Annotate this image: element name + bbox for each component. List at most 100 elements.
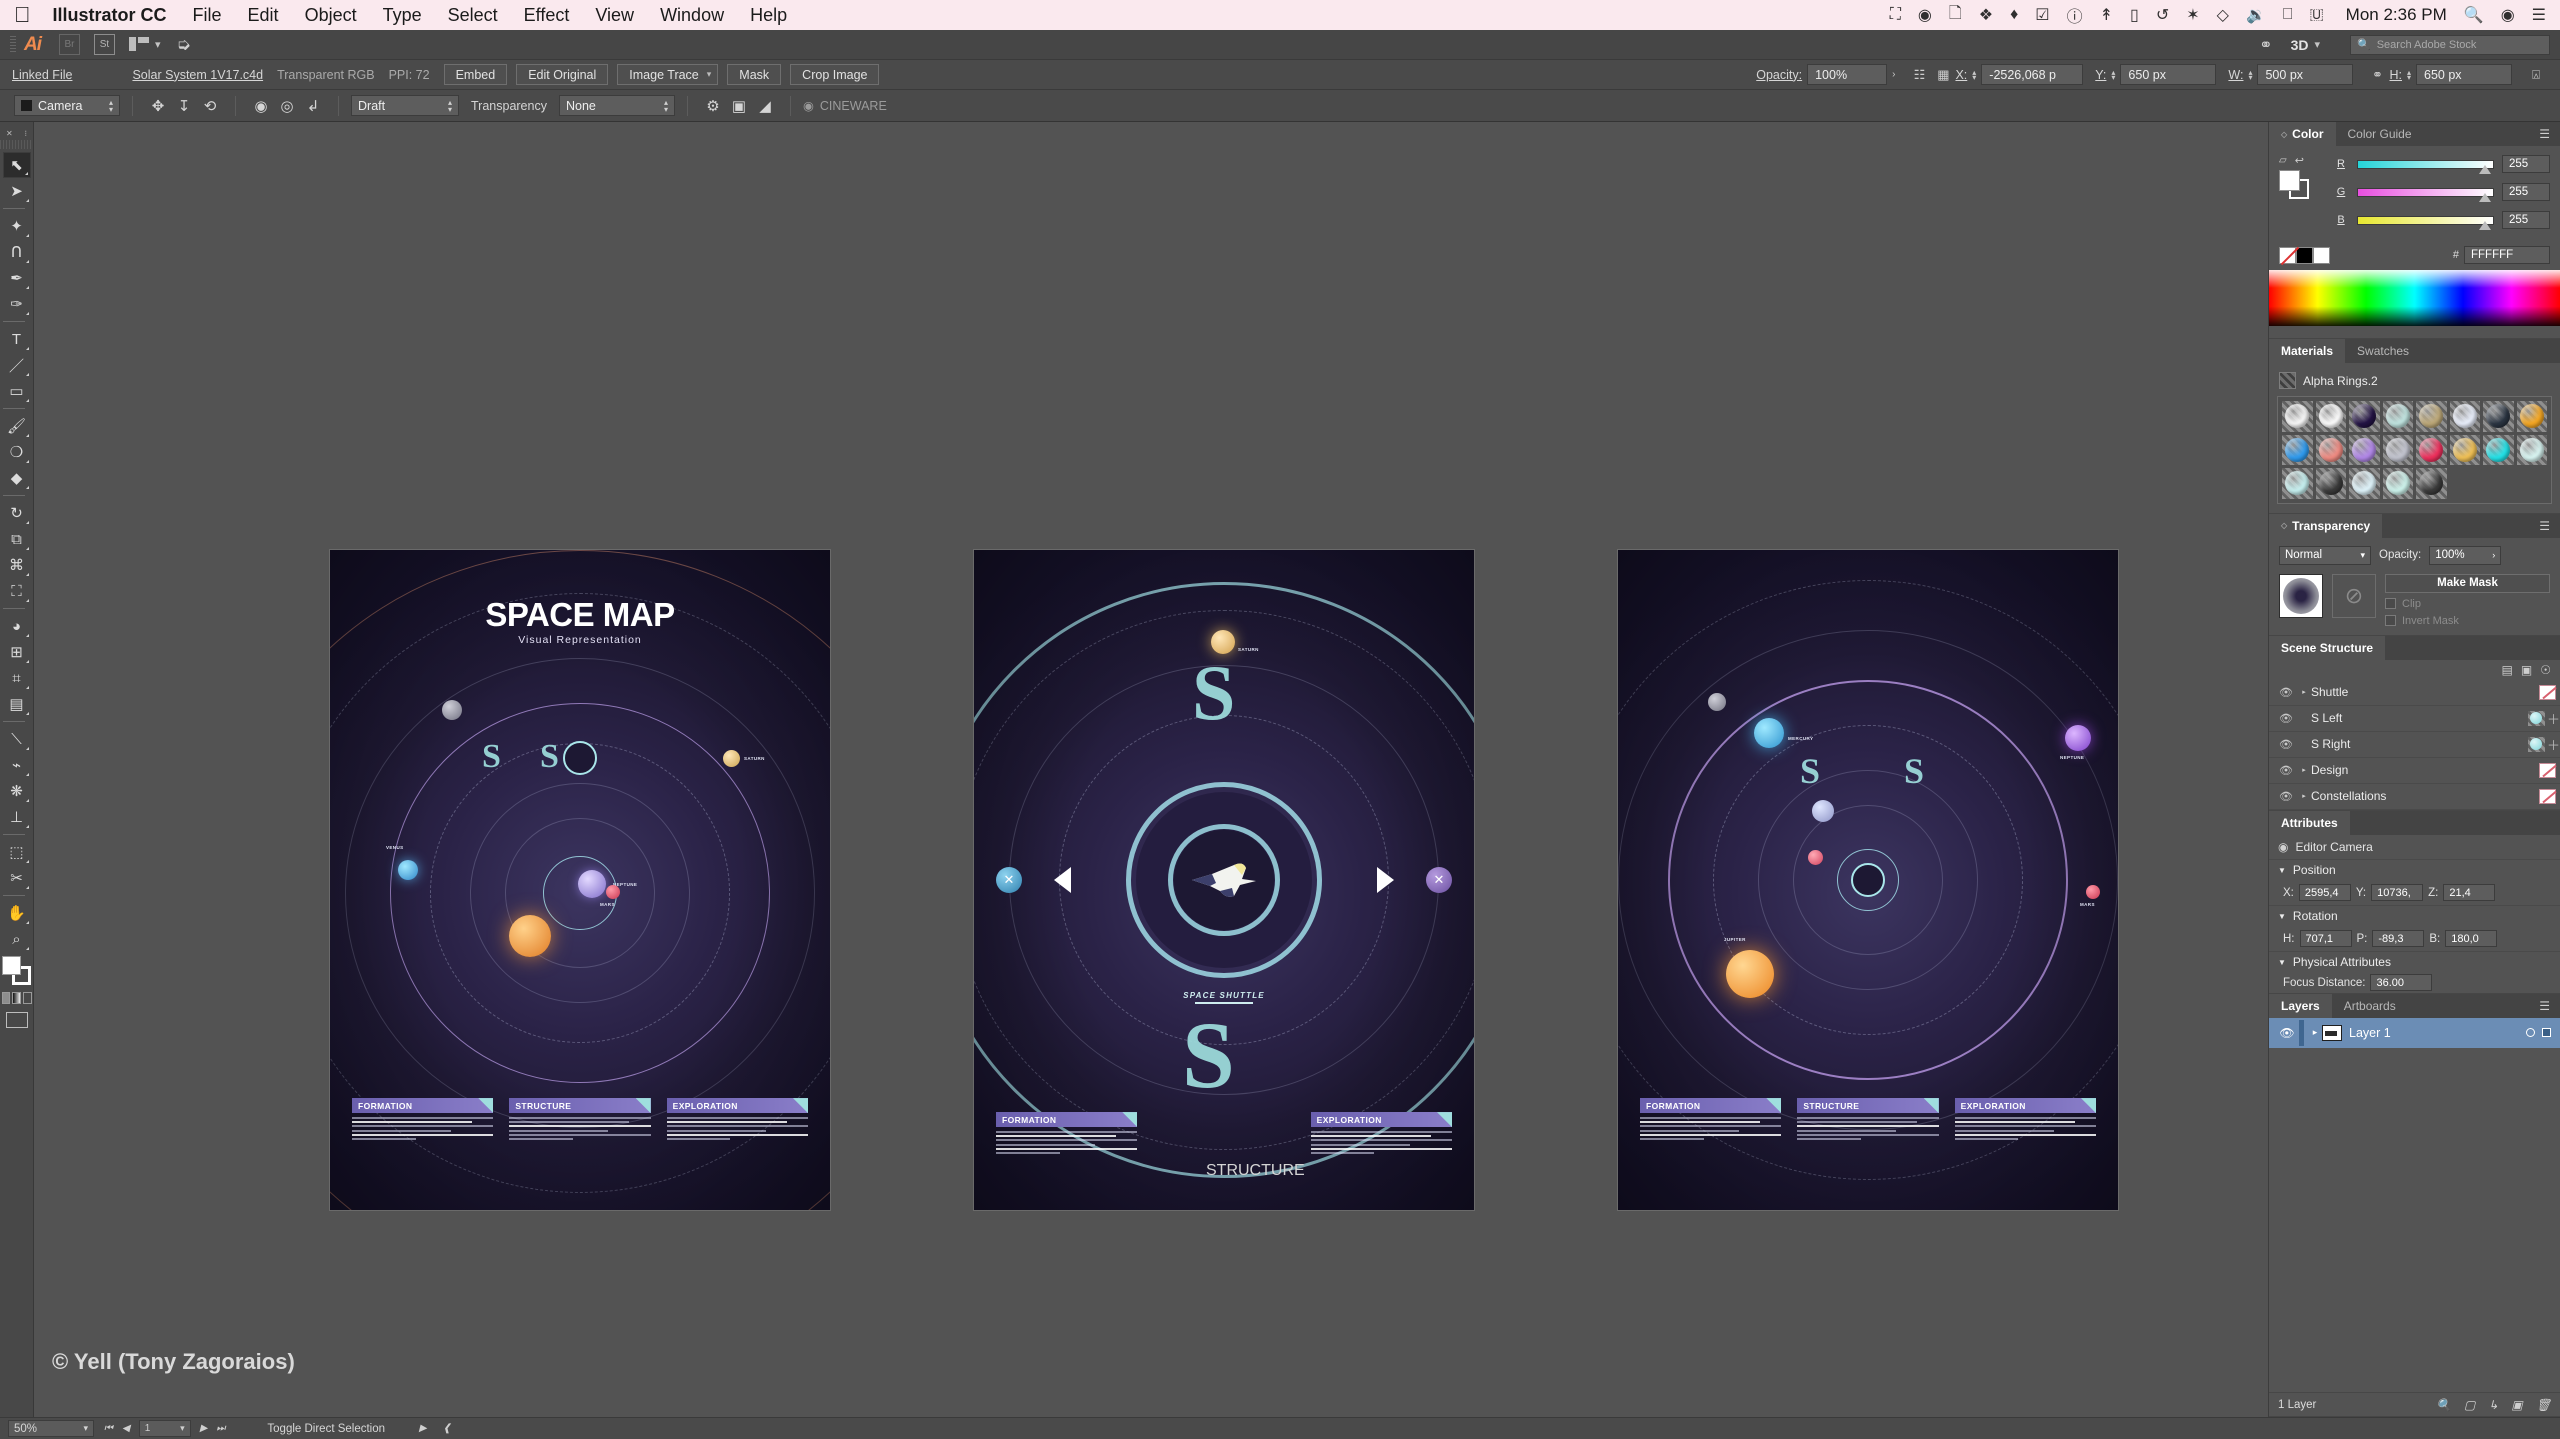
rotation-b-input[interactable]: 180,0	[2445, 930, 2498, 947]
adobe-stock-search-input[interactable]: 🔍 Search Adobe Stock	[2350, 34, 2550, 55]
status-flyout[interactable]: ▶ ❰	[419, 1423, 451, 1434]
white-swatch[interactable]	[2313, 246, 2330, 264]
channel-value-b[interactable]: 255	[2502, 211, 2550, 229]
status-resize-icon[interactable]: ❰	[443, 1423, 451, 1434]
object-thumbnail[interactable]	[2279, 573, 2323, 618]
channel-value-r[interactable]: 255	[2502, 155, 2550, 173]
position-z-input[interactable]: 21,4	[2443, 884, 2496, 901]
embed-button[interactable]: Embed	[443, 64, 508, 85]
create-new-layer-icon[interactable]: ▣	[2511, 1398, 2522, 1412]
w-stepper[interactable]: ▴ ▾	[2248, 68, 2252, 81]
transparency-select[interactable]: None ▴ ▾	[558, 95, 675, 116]
menu-file[interactable]: File	[193, 5, 222, 26]
menu-select[interactable]: Select	[448, 5, 498, 26]
align-icon[interactable]: ☷	[1907, 64, 1931, 86]
hex-input[interactable]: FFFFFF	[2464, 246, 2550, 264]
tab-layers[interactable]: Layers	[2269, 993, 2332, 1018]
scene-visibility-icon[interactable]: 👁	[2275, 712, 2297, 725]
poster2-close-left[interactable]: ✕	[996, 867, 1022, 893]
tab-color[interactable]: ◇ Color	[2269, 122, 2336, 146]
diamond-icon[interactable]: ◇	[2217, 5, 2229, 25]
transparency-panel-menu-icon[interactable]: ☰	[2529, 514, 2560, 538]
section-position[interactable]: ▼ Position	[2269, 858, 2560, 881]
bridge-icon[interactable]: Br	[59, 34, 80, 55]
clip-checkbox[interactable]	[2385, 598, 2396, 609]
more-options-icon[interactable]: ⍓	[2524, 64, 2548, 86]
artboard-canvas[interactable]: SPACE MAP Visual Representation NEPTUNE …	[34, 122, 2268, 1417]
channel-value-g[interactable]: 255	[2502, 183, 2550, 201]
bulb-icon[interactable]: ⚭	[2259, 35, 2272, 55]
channel-slider-g[interactable]	[2357, 187, 2494, 202]
menu-window[interactable]: Window	[660, 5, 724, 26]
export-icon[interactable]: ◢	[752, 94, 778, 118]
eyedropper-tool[interactable]: ⟍	[3, 726, 31, 752]
workspace-switcher[interactable]: 3D	[2291, 37, 2309, 53]
delete-selection-icon[interactable]: 🗑	[2536, 1398, 2551, 1412]
color-spectrum-strip[interactable]	[2269, 270, 2560, 326]
chevron-down-icon[interactable]: ▾	[83, 1423, 88, 1434]
invert-mask-checkbox[interactable]	[2385, 615, 2396, 626]
antenna-icon[interactable]: ↟	[2100, 5, 2113, 25]
column-graph-tool[interactable]: ⊥	[3, 804, 31, 830]
render-settings-icon[interactable]: ▣	[726, 94, 752, 118]
scene-structure-row[interactable]: 👁 ▸ Design	[2269, 758, 2560, 784]
scene-material-sphere-icon[interactable]	[2527, 710, 2545, 726]
camera-select-arrows-icon[interactable]: ▴ ▾	[109, 98, 113, 113]
direct-selection-tool[interactable]: ➤	[3, 178, 31, 204]
scene-structure-row[interactable]: 👁 ▸ Constellations	[2269, 784, 2560, 810]
close-icon[interactable]: ✕	[1426, 867, 1452, 893]
selected-material-row[interactable]: Alpha Rings.2	[2277, 370, 2552, 396]
scene-structure-row[interactable]: 👁 S Left ＋	[2269, 706, 2560, 732]
tab-materials[interactable]: Materials	[2269, 339, 2346, 363]
slider-knob[interactable]	[2479, 220, 2491, 230]
tab-swatches[interactable]: Swatches	[2345, 339, 2421, 363]
edit-original-button[interactable]: Edit Original	[516, 64, 609, 85]
layer-visibility-icon[interactable]: 👁	[2275, 1026, 2299, 1040]
screen-record-icon[interactable]: ⛶	[1890, 6, 1901, 24]
scene-filter-icon[interactable]: ▤	[2502, 663, 2513, 677]
material-swatch[interactable]	[2282, 401, 2313, 432]
clip-row[interactable]: Clip	[2385, 598, 2550, 610]
scene-visibility-icon[interactable]: 👁	[2275, 686, 2297, 699]
apple-logo-icon[interactable]: 	[14, 4, 31, 26]
checkbox-icon[interactable]: ☑	[2035, 5, 2049, 25]
material-swatch[interactable]	[2382, 434, 2413, 465]
tab-attributes[interactable]: Attributes	[2269, 810, 2350, 835]
arrange-documents-icon[interactable]	[129, 36, 151, 53]
opacity-input[interactable]: 100%	[1807, 64, 1888, 85]
h-stepper[interactable]: ▴ ▾	[2407, 68, 2411, 81]
pen-tool[interactable]: ✒	[3, 265, 31, 291]
zoom-level-select[interactable]: 50% ▾	[8, 1420, 94, 1437]
transform-reference-icon[interactable]: ▦	[1931, 64, 1955, 86]
material-swatch-grid[interactable]	[2277, 396, 2552, 504]
prev-artboard-icon[interactable]: ◀	[122, 1423, 130, 1434]
chevron-down-icon[interactable]: ▾	[155, 38, 161, 51]
poster2-prev-button[interactable]	[1054, 867, 1071, 893]
menu-object[interactable]: Object	[305, 5, 357, 26]
zoom-tool[interactable]: ⌕	[3, 926, 31, 952]
eraser-tool[interactable]: ◆	[3, 465, 31, 491]
artboard-number-input[interactable]: 1 ▾	[138, 1420, 191, 1437]
fill-stroke-indicator[interactable]: ▱ ↩	[2279, 154, 2323, 238]
x-input[interactable]: -2526,068 p	[1981, 64, 2084, 85]
flag-icon[interactable]: 🇺	[2309, 6, 2323, 24]
scene-tag-icon[interactable]	[2539, 684, 2556, 700]
menu-view[interactable]: View	[595, 5, 634, 26]
scene-tag-icon[interactable]	[2539, 788, 2556, 804]
width-tool[interactable]: ⌘	[3, 552, 31, 578]
scene-structure-row[interactable]: 👁 ▸ Shuttle	[2269, 680, 2560, 706]
tab-transparency[interactable]: ◇ Transparency	[2269, 513, 2383, 538]
material-swatch[interactable]	[2349, 468, 2380, 499]
make-clipping-mask-icon[interactable]: ▢	[2464, 1398, 2475, 1412]
section-physical-attributes[interactable]: ▼ Physical Attributes	[2269, 950, 2560, 973]
fill-color-swatch[interactable]	[2279, 170, 2300, 191]
material-swatch[interactable]	[2483, 434, 2514, 465]
fill-stroke-control[interactable]	[1, 956, 32, 986]
scene-object-icon[interactable]: ▣	[2521, 663, 2532, 677]
position-y-input[interactable]: 10736,	[2371, 884, 2424, 901]
behance-icon[interactable]: ➭	[177, 35, 191, 55]
tab-scene-structure[interactable]: Scene Structure	[2269, 635, 2386, 660]
render-quality-select[interactable]: Draft ▴ ▾	[351, 95, 459, 116]
menu-help[interactable]: Help	[750, 5, 787, 26]
layer-disclosure-icon[interactable]: ▸	[2308, 1027, 2322, 1038]
